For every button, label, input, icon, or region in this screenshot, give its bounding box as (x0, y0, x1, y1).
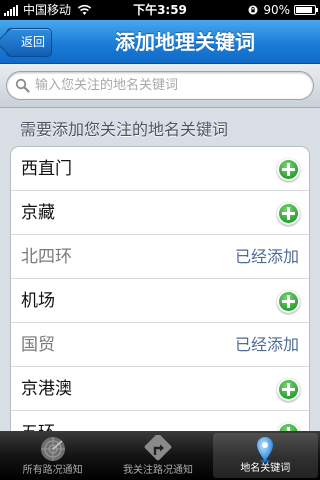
tab-place-keywords[interactable]: 地名关键词 (212, 433, 318, 478)
keyword-label: 京港澳 (21, 379, 72, 399)
status-bar: 中国移动 下午3:59 90% (0, 0, 320, 20)
search-field[interactable] (6, 71, 314, 100)
keyword-label: 北四环 (21, 247, 72, 267)
turn-arrow-icon (144, 435, 172, 461)
tab-my-traffic-notices[interactable]: 我关注路况通知 (105, 431, 210, 480)
add-keyword-button[interactable] (277, 158, 300, 181)
location-pin-icon (257, 437, 274, 463)
keyword-row[interactable]: 机场 (11, 279, 309, 323)
add-keyword-button[interactable] (277, 378, 300, 401)
keyword-label: 国贸 (21, 335, 55, 355)
keyword-row[interactable]: 北四环 已经添加 (11, 235, 309, 279)
tab-label: 地名关键词 (240, 463, 291, 474)
search-icon (15, 78, 30, 93)
added-status: 已经添加 (234, 335, 299, 354)
battery-icon (294, 5, 318, 15)
keyword-label: 西直门 (21, 159, 72, 179)
tab-bar: 所有路况通知 我关注路况通知 地名关键词 (0, 431, 320, 480)
section-header: 需要添加您关注的地名关键词 (20, 120, 229, 139)
keyword-row[interactable]: 京藏 (11, 191, 309, 235)
keyword-row[interactable]: 西直门 (11, 147, 309, 191)
battery-fill (296, 7, 312, 13)
search-bar (0, 64, 320, 108)
tab-label: 所有路况通知 (22, 465, 83, 476)
radar-icon (40, 437, 65, 461)
tab-label: 我关注路况通知 (122, 465, 193, 476)
added-status: 已经添加 (234, 247, 299, 266)
add-keyword-button[interactable] (277, 290, 300, 313)
keyword-list: 西直门京藏北四环已经添加机场国贸已经添加京港澳五环 (10, 146, 310, 456)
add-keyword-button[interactable] (277, 202, 300, 225)
screen: 中国移动 下午3:59 90% 返回 添加地理关键词 输入您关注的地名关键词 需… (0, 0, 320, 480)
back-button[interactable]: 返回 (6, 28, 52, 57)
keyword-row[interactable]: 京港澳 (11, 367, 309, 411)
back-button-label: 返回 (20, 35, 45, 49)
keyword-row[interactable]: 国贸 已经添加 (11, 323, 309, 367)
keyword-label: 机场 (21, 291, 55, 311)
page-title: 添加地理关键词 (115, 30, 255, 54)
battery-percentage: 90% (263, 3, 290, 17)
orientation-lock-icon (248, 5, 258, 15)
keyword-label: 京藏 (21, 203, 55, 223)
navigation-bar: 返回 添加地理关键词 (0, 20, 320, 64)
search-input[interactable] (35, 72, 305, 99)
tab-all-traffic-notices[interactable]: 所有路况通知 (0, 431, 105, 480)
